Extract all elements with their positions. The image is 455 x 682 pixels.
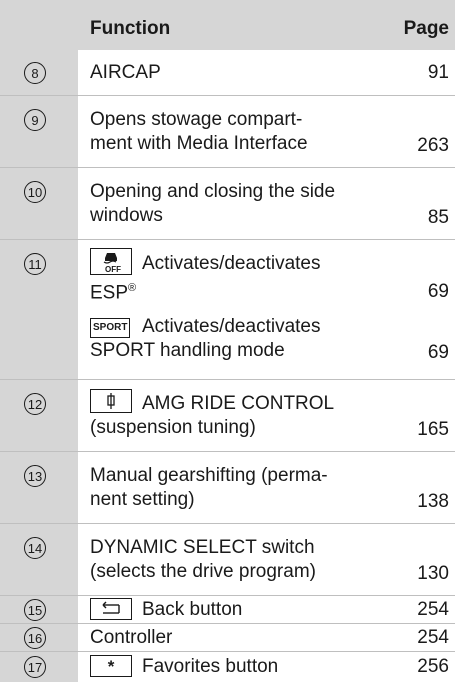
suspension-icon [90, 389, 132, 413]
esp-text-line1: Activates/deactivates [142, 253, 321, 274]
page-number: 69 [427, 342, 449, 363]
function-text-line2: (suspension tuning) [90, 417, 256, 438]
callout-number: 14 [24, 537, 46, 559]
number-cell [0, 524, 78, 596]
number-cell [0, 452, 78, 524]
function-text: AIRCAP [90, 62, 161, 83]
table-row: 13 Manual gearshifting (perma- nent sett… [0, 452, 455, 524]
table-row: 15 Back button 254 [0, 596, 455, 624]
callout-number: 11 [24, 253, 46, 275]
function-text-line1: AMG RIDE CONTROL [142, 393, 335, 414]
page-number: 69 [427, 281, 449, 302]
function-text: Favorites button [142, 656, 279, 677]
table-row: 10 Opening and closing the side windows … [0, 168, 455, 240]
callout-number: 17 [24, 656, 46, 678]
table-row: 11 OFF Activates/deactivates ESP® 69 SPO… [0, 240, 455, 380]
table-row: 16 Controller 254 [0, 624, 455, 652]
table-row: 17 * Favorites button 256 [0, 652, 455, 682]
registered-mark: ® [128, 282, 137, 294]
page-number: 254 [417, 627, 449, 648]
callout-number: 10 [24, 181, 46, 203]
esp-label: ESP [90, 282, 129, 304]
sport-text-line2: SPORT handling mode [90, 340, 285, 361]
function-text: Back button [142, 599, 243, 620]
table-row: 12 AMG RIDE CONTROL (suspension tuning) … [0, 380, 455, 452]
page-number: 165 [417, 419, 449, 440]
function-text-line2: (selects the drive program) [90, 561, 316, 582]
table-row: 8 AIRCAP 91 [0, 50, 455, 96]
esp-text-line2: ESP® [90, 276, 136, 305]
callout-number: 13 [24, 465, 46, 487]
sport-text-line1: Activates/deactivates [142, 316, 321, 337]
page-number: 138 [417, 491, 449, 512]
callout-number: 8 [24, 62, 46, 84]
number-cell [0, 168, 78, 240]
number-cell [0, 96, 78, 168]
function-text: Controller [90, 627, 173, 648]
function-text-line1: Manual gearshifting (perma- [90, 465, 328, 486]
function-text-line2: windows [90, 205, 163, 226]
function-text-line2: nent setting) [90, 489, 195, 510]
function-text-line1: DYNAMIC SELECT switch [90, 537, 315, 558]
table-row: 14 DYNAMIC SELECT switch (selects the dr… [0, 524, 455, 596]
function-text-line2: ment with Media Interface [90, 133, 308, 154]
sport-key-icon: SPORT [90, 318, 131, 338]
page-number: 130 [417, 563, 449, 584]
callout-number: 15 [24, 599, 46, 621]
page-number: 85 [427, 207, 449, 228]
callout-number: 12 [24, 393, 46, 415]
header-page: Page [403, 18, 449, 39]
table-header: Function Page [0, 0, 455, 50]
callout-number: 9 [24, 109, 46, 131]
page-number: 256 [417, 656, 449, 677]
callout-number: 16 [24, 627, 46, 649]
number-cell [0, 380, 78, 452]
page-number: 263 [417, 135, 449, 156]
esp-off-icon: OFF [90, 248, 132, 275]
header-function: Function [90, 18, 171, 39]
function-text-line1: Opens stowage compart- [90, 109, 303, 130]
table-row: 9 Opens stowage compart- ment with Media… [0, 96, 455, 168]
back-arrow-icon [90, 598, 132, 620]
page-number: 254 [417, 599, 449, 620]
function-text-line1: Opening and closing the side [90, 181, 336, 202]
svg-text:OFF: OFF [105, 265, 121, 274]
page-number: 91 [427, 62, 449, 83]
star-key-icon: * [90, 655, 132, 677]
